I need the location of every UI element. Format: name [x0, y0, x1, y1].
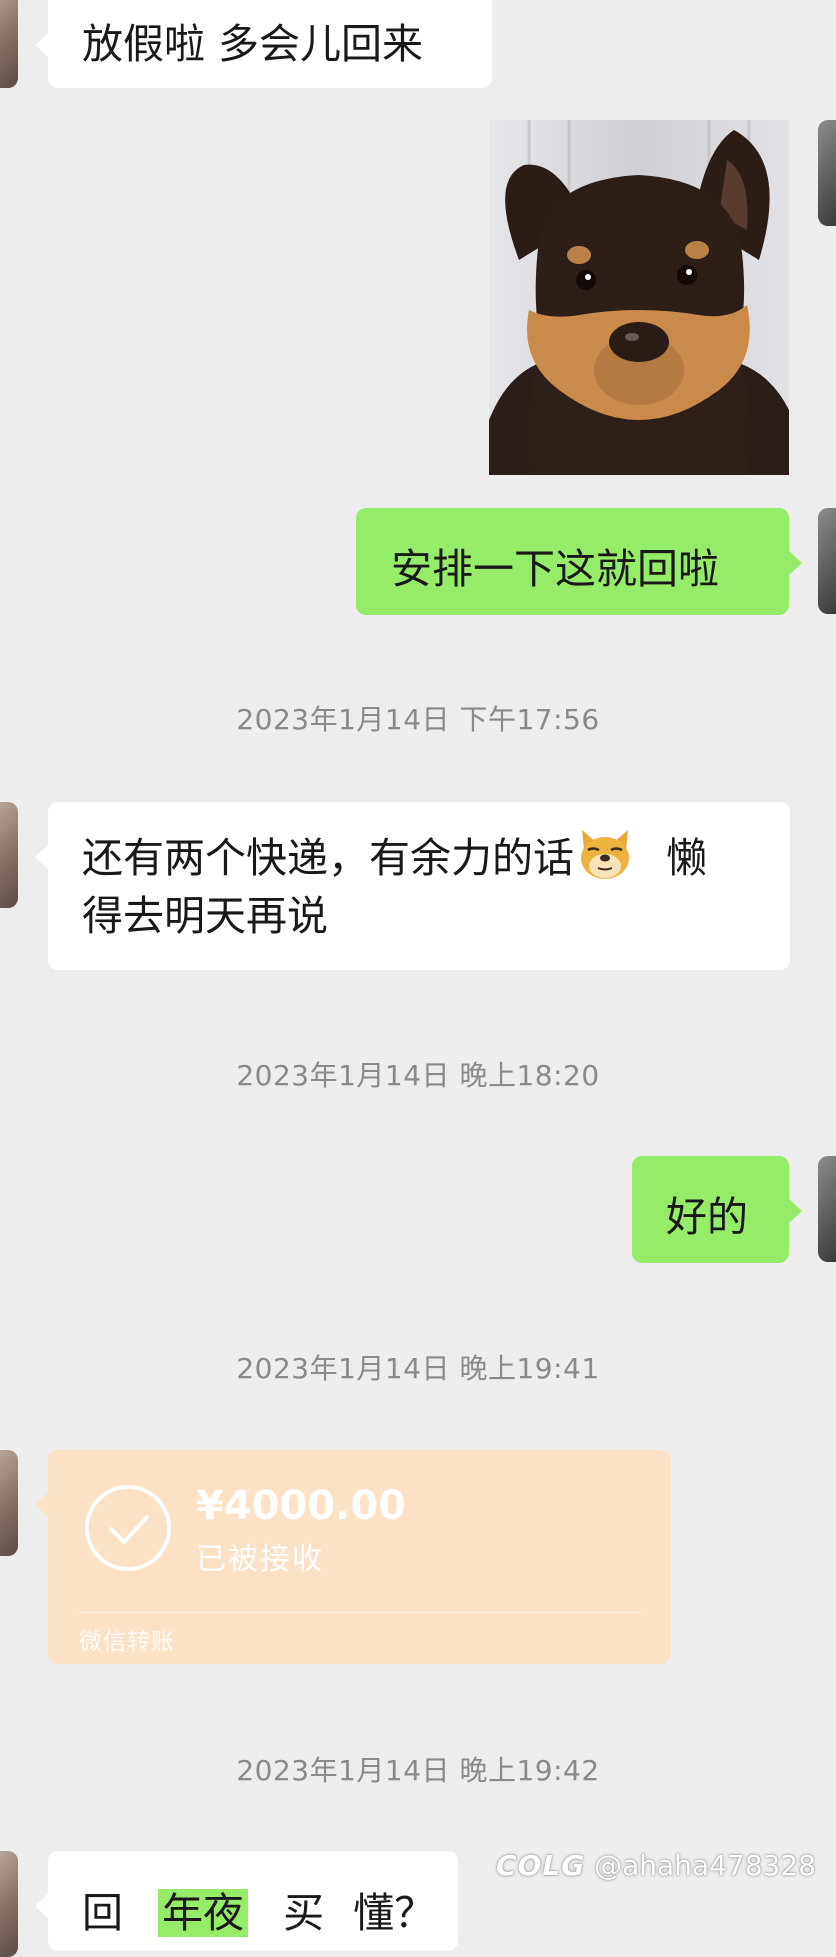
avatar-contact[interactable]	[0, 802, 18, 908]
avatar-contact[interactable]	[0, 0, 18, 88]
avatar-contact[interactable]	[0, 1851, 18, 1957]
message-text: 还有两个快递，有余力的话	[82, 834, 574, 882]
watermark-handle: @ahaha478328	[594, 1849, 816, 1882]
message-bubble-sent[interactable]: 好的	[632, 1156, 802, 1263]
transfer-amount: ¥4000.00	[196, 1483, 407, 1529]
avatar-self[interactable]	[818, 1156, 836, 1262]
message-text: 安排一下这就回啦	[391, 545, 719, 593]
dog-photo-message[interactable]	[489, 120, 789, 475]
highlighted-text: 年夜	[158, 1889, 249, 1937]
check-circle-icon	[85, 1485, 171, 1571]
doge-emoji	[578, 828, 632, 880]
chat-timestamp: 2023年1月14日 晚上18:20	[236, 1059, 600, 1092]
message-text: 懂？	[353, 1889, 436, 1937]
avatar-contact[interactable]	[0, 1450, 18, 1556]
avatar-self[interactable]	[818, 508, 836, 614]
chat-timestamp: 2023年1月14日 晚上19:42	[236, 1754, 600, 1787]
card-divider	[78, 1612, 641, 1613]
message-bubble-sent[interactable]: 安排一下这就回啦	[356, 508, 802, 615]
message-text: 懒	[666, 834, 707, 882]
message-text: 好的	[666, 1193, 748, 1241]
message-bubble-received[interactable]: 还有两个快递，有余力的话 懒 得去明天再说	[35, 802, 790, 970]
message-text: 回	[82, 1889, 123, 1937]
message-text: 买	[283, 1889, 325, 1937]
transfer-status: 已被接收	[196, 1542, 324, 1577]
transfer-label: 微信转账	[79, 1629, 175, 1655]
dog-photo	[489, 120, 789, 475]
chat-timestamp: 2023年1月14日 下午17:56	[236, 703, 600, 736]
wechat-transfer-card[interactable]: ¥4000.00 已被接收 微信转账	[35, 1450, 671, 1664]
message-bubble-received[interactable]: 放假啦 多会儿回来	[35, 0, 492, 88]
watermark: COLG @ahaha478328	[496, 1849, 816, 1882]
chat-timestamp: 2023年1月14日 晚上19:41	[236, 1352, 600, 1385]
message-text: 放假啦 多会儿回来	[82, 20, 424, 68]
avatar-self[interactable]	[818, 120, 836, 226]
message-line-1: 还有两个快递，有余力的话 懒	[82, 828, 790, 887]
message-line-2: 得去明天再说	[82, 892, 328, 940]
message-bubble-received[interactable]: 回 年夜 买 懂？	[35, 1851, 458, 1951]
watermark-logo: COLG	[496, 1849, 586, 1882]
